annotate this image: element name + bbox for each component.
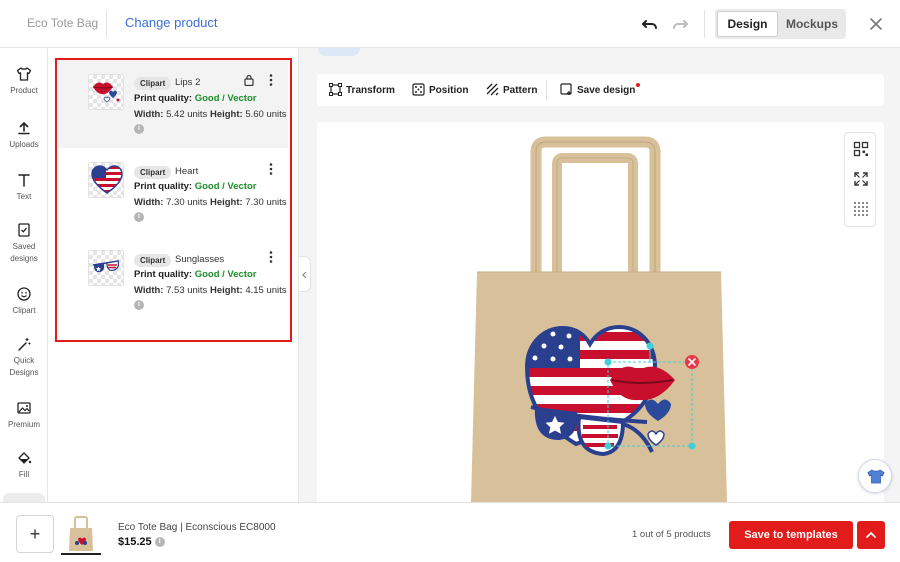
product-price: $15.25 xyxy=(118,536,152,548)
add-product-button[interactable]: + xyxy=(16,515,54,553)
paint-bucket-icon xyxy=(18,452,32,464)
position-label: Position xyxy=(429,85,469,96)
tshirt-icon xyxy=(867,469,885,484)
tab-design[interactable]: Design xyxy=(717,11,778,37)
nav-clipart[interactable]: Clipart xyxy=(0,286,48,317)
divider xyxy=(546,80,547,100)
info-icon[interactable]: i xyxy=(154,537,165,548)
design-canvas[interactable] xyxy=(317,122,884,502)
nav-text[interactable]: Text xyxy=(0,172,48,203)
nav-product[interactable]: Product xyxy=(0,66,48,97)
transform-label: Transform xyxy=(346,85,395,96)
nav-label: Uploads xyxy=(9,140,39,149)
product-thumbnail[interactable] xyxy=(61,513,101,555)
bottom-bar: + Eco Tote Bag | Econscious EC8000 $15.2… xyxy=(0,502,900,562)
text-icon xyxy=(18,174,30,187)
mode-toggle: Design Mockups xyxy=(715,9,846,39)
divider xyxy=(106,10,107,38)
pattern-icon xyxy=(486,83,499,96)
product-title: Eco Tote Bag | Econscious EC8000 xyxy=(118,522,276,533)
rotate-handle[interactable] xyxy=(646,342,654,350)
left-nav: Product Uploads Text Saved designs Clipa… xyxy=(0,48,48,503)
transform-button[interactable]: Transform xyxy=(329,83,395,96)
position-button[interactable]: Position xyxy=(412,83,468,96)
canvas-tools xyxy=(844,132,876,227)
design-toolbar: Transform Position Pattern Save design xyxy=(317,74,884,106)
undo-icon[interactable] xyxy=(640,14,660,34)
tote-thumbnail-icon xyxy=(69,516,93,551)
close-icon[interactable] xyxy=(866,14,886,34)
pattern-button[interactable]: Pattern xyxy=(486,83,537,96)
pattern-label: Pattern xyxy=(503,85,538,96)
upload-icon xyxy=(18,122,30,135)
magic-wand-icon xyxy=(18,338,31,351)
view-indicator xyxy=(318,48,360,56)
tab-mockups[interactable]: Mockups xyxy=(781,11,843,37)
expand-options-button[interactable] xyxy=(857,521,885,549)
nav-saved-designs[interactable]: Saved designs xyxy=(0,222,48,265)
redo-icon[interactable] xyxy=(670,14,690,34)
divider xyxy=(704,10,705,38)
change-product-link[interactable]: Change product xyxy=(125,15,218,30)
unsaved-indicator xyxy=(636,83,641,87)
dotted-grid-icon[interactable] xyxy=(853,201,869,217)
nav-label: Quick Designs xyxy=(9,356,39,377)
save-design-button[interactable]: Save design xyxy=(560,83,641,96)
product-price-row: $15.25 i xyxy=(118,536,165,548)
chevron-up-icon xyxy=(866,532,876,538)
save-to-templates-button[interactable]: Save to templates xyxy=(729,521,853,549)
nav-quick-designs[interactable]: Quick Designs xyxy=(0,336,48,379)
nav-label: Clipart xyxy=(12,306,36,315)
chevron-left-icon xyxy=(302,271,307,279)
nav-label: Premium xyxy=(7,420,40,429)
smiley-icon xyxy=(17,287,31,301)
product-colors-button[interactable] xyxy=(858,459,892,493)
save-design-label: Save design xyxy=(577,85,636,96)
nav-fill[interactable]: Fill xyxy=(0,450,48,481)
tote-bag-mockup[interactable] xyxy=(317,122,884,502)
nav-label: Saved designs xyxy=(10,242,38,263)
product-count: 1 out of 5 products xyxy=(632,529,711,540)
tshirt-icon xyxy=(16,67,32,81)
expand-icon[interactable] xyxy=(853,171,869,187)
qr-grid-icon[interactable] xyxy=(853,141,869,157)
saved-designs-icon xyxy=(18,223,30,237)
nav-uploads[interactable]: Uploads xyxy=(0,120,48,151)
collapse-panel-button[interactable] xyxy=(299,256,311,292)
save-design-icon xyxy=(560,83,572,95)
nav-label: Product xyxy=(10,86,38,95)
top-bar: Eco Tote Bag Change product Design Mocku… xyxy=(0,0,900,48)
position-icon xyxy=(412,83,425,96)
nav-label: Text xyxy=(16,192,32,201)
nav-label: Fill xyxy=(18,470,30,479)
transform-icon xyxy=(329,83,342,96)
nav-premium[interactable]: Premium xyxy=(0,400,48,431)
product-name: Eco Tote Bag xyxy=(27,16,99,30)
selection-highlight xyxy=(55,58,292,342)
premium-image-icon xyxy=(17,402,31,414)
